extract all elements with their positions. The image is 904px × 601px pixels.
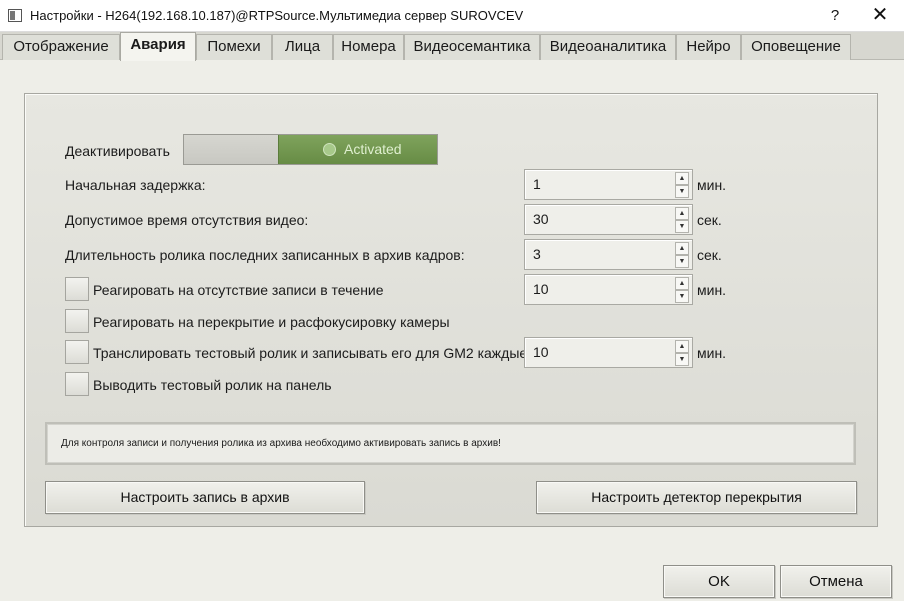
test-clip-checkbox[interactable] [65,340,89,364]
spin-value[interactable]: 3 [533,246,541,262]
tab-video-analytics[interactable]: Видеоаналитика [540,34,676,60]
spin-up-icon[interactable]: ▲ [675,207,689,220]
tab-strip: Отображение Авария Помехи Лица Номера Ви… [0,32,904,61]
deactivate-label: Деактивировать [65,143,170,159]
spin-up-icon[interactable]: ▲ [675,172,689,185]
unit-label: мин. [697,345,727,361]
title-bar: Настройки - H264(192.168.10.187)@RTPSour… [0,0,904,32]
no-recording-label: Реагировать на отсутствие записи в течен… [93,282,384,298]
no-recording-spinbox[interactable]: 10 ▲ ▼ [524,274,693,305]
tab-notification[interactable]: Оповещение [741,34,851,60]
window-icon [8,9,22,22]
ok-button[interactable]: OK [663,565,775,598]
tab-display[interactable]: Отображение [2,34,120,60]
toggle-on-area[interactable]: Activated [278,135,437,164]
tab-faces[interactable]: Лица [272,34,333,60]
spin-down-icon[interactable]: ▼ [675,290,689,303]
no-recording-checkbox[interactable] [65,277,89,301]
test-clip-panel-label: Выводить тестовый ролик на панель [93,377,332,393]
unit-label: мин. [697,282,727,298]
spin-value[interactable]: 10 [533,281,549,297]
tab-interference[interactable]: Помехи [196,34,272,60]
toggle-off-area[interactable] [184,135,278,164]
configure-overlap-detector-button[interactable]: Настроить детектор перекрытия [536,481,857,514]
tab-video-semantics[interactable]: Видеосемантика [404,34,540,60]
window-title: Настройки - H264(192.168.10.187)@RTPSour… [30,8,524,23]
cancel-button[interactable]: Отмена [780,565,892,598]
initial-delay-spinbox[interactable]: 1 ▲ ▼ [524,169,693,200]
spin-up-icon[interactable]: ▲ [675,340,689,353]
spin-value[interactable]: 1 [533,176,541,192]
spin-down-icon[interactable]: ▼ [675,220,689,233]
close-icon[interactable]: ✕ [858,0,902,32]
overlap-label: Реагировать на перекрытие и расфокусиров… [93,314,450,330]
spin-down-icon[interactable]: ▼ [675,255,689,268]
spin-up-icon[interactable]: ▲ [675,277,689,290]
tab-alarm[interactable]: Авария [120,32,196,61]
tab-plates[interactable]: Номера [333,34,404,60]
spin-value[interactable]: 10 [533,344,549,360]
clip-duration-label: Длительность ролика последних записанных… [65,247,465,263]
unit-label: мин. [697,177,727,193]
missing-video-spinbox[interactable]: 30 ▲ ▼ [524,204,693,235]
test-clip-label: Транслировать тестовый ролик и записыват… [93,345,528,361]
toggle-state-label: Activated [344,141,402,157]
spin-down-icon[interactable]: ▼ [675,353,689,366]
spin-value[interactable]: 30 [533,211,549,227]
missing-video-label: Допустимое время отсутствия видео: [65,212,309,228]
status-dot-icon [323,143,336,156]
unit-label: сек. [697,247,722,263]
spin-up-icon[interactable]: ▲ [675,242,689,255]
tab-neuro[interactable]: Нейро [676,34,741,60]
test-clip-spinbox[interactable]: 10 ▲ ▼ [524,337,693,368]
unit-label: сек. [697,212,722,228]
overlap-checkbox[interactable] [65,309,89,333]
initial-delay-label: Начальная задержка: [65,177,206,193]
activation-toggle[interactable]: Activated [183,134,438,165]
info-text: Для контроля записи и получения ролика и… [61,438,501,449]
test-clip-panel-checkbox[interactable] [65,372,89,396]
help-button[interactable]: ? [815,0,855,32]
spin-down-icon[interactable]: ▼ [675,185,689,198]
configure-archive-button[interactable]: Настроить запись в архив [45,481,365,514]
clip-duration-spinbox[interactable]: 3 ▲ ▼ [524,239,693,270]
info-box: Для контроля записи и получения ролика и… [45,422,856,465]
